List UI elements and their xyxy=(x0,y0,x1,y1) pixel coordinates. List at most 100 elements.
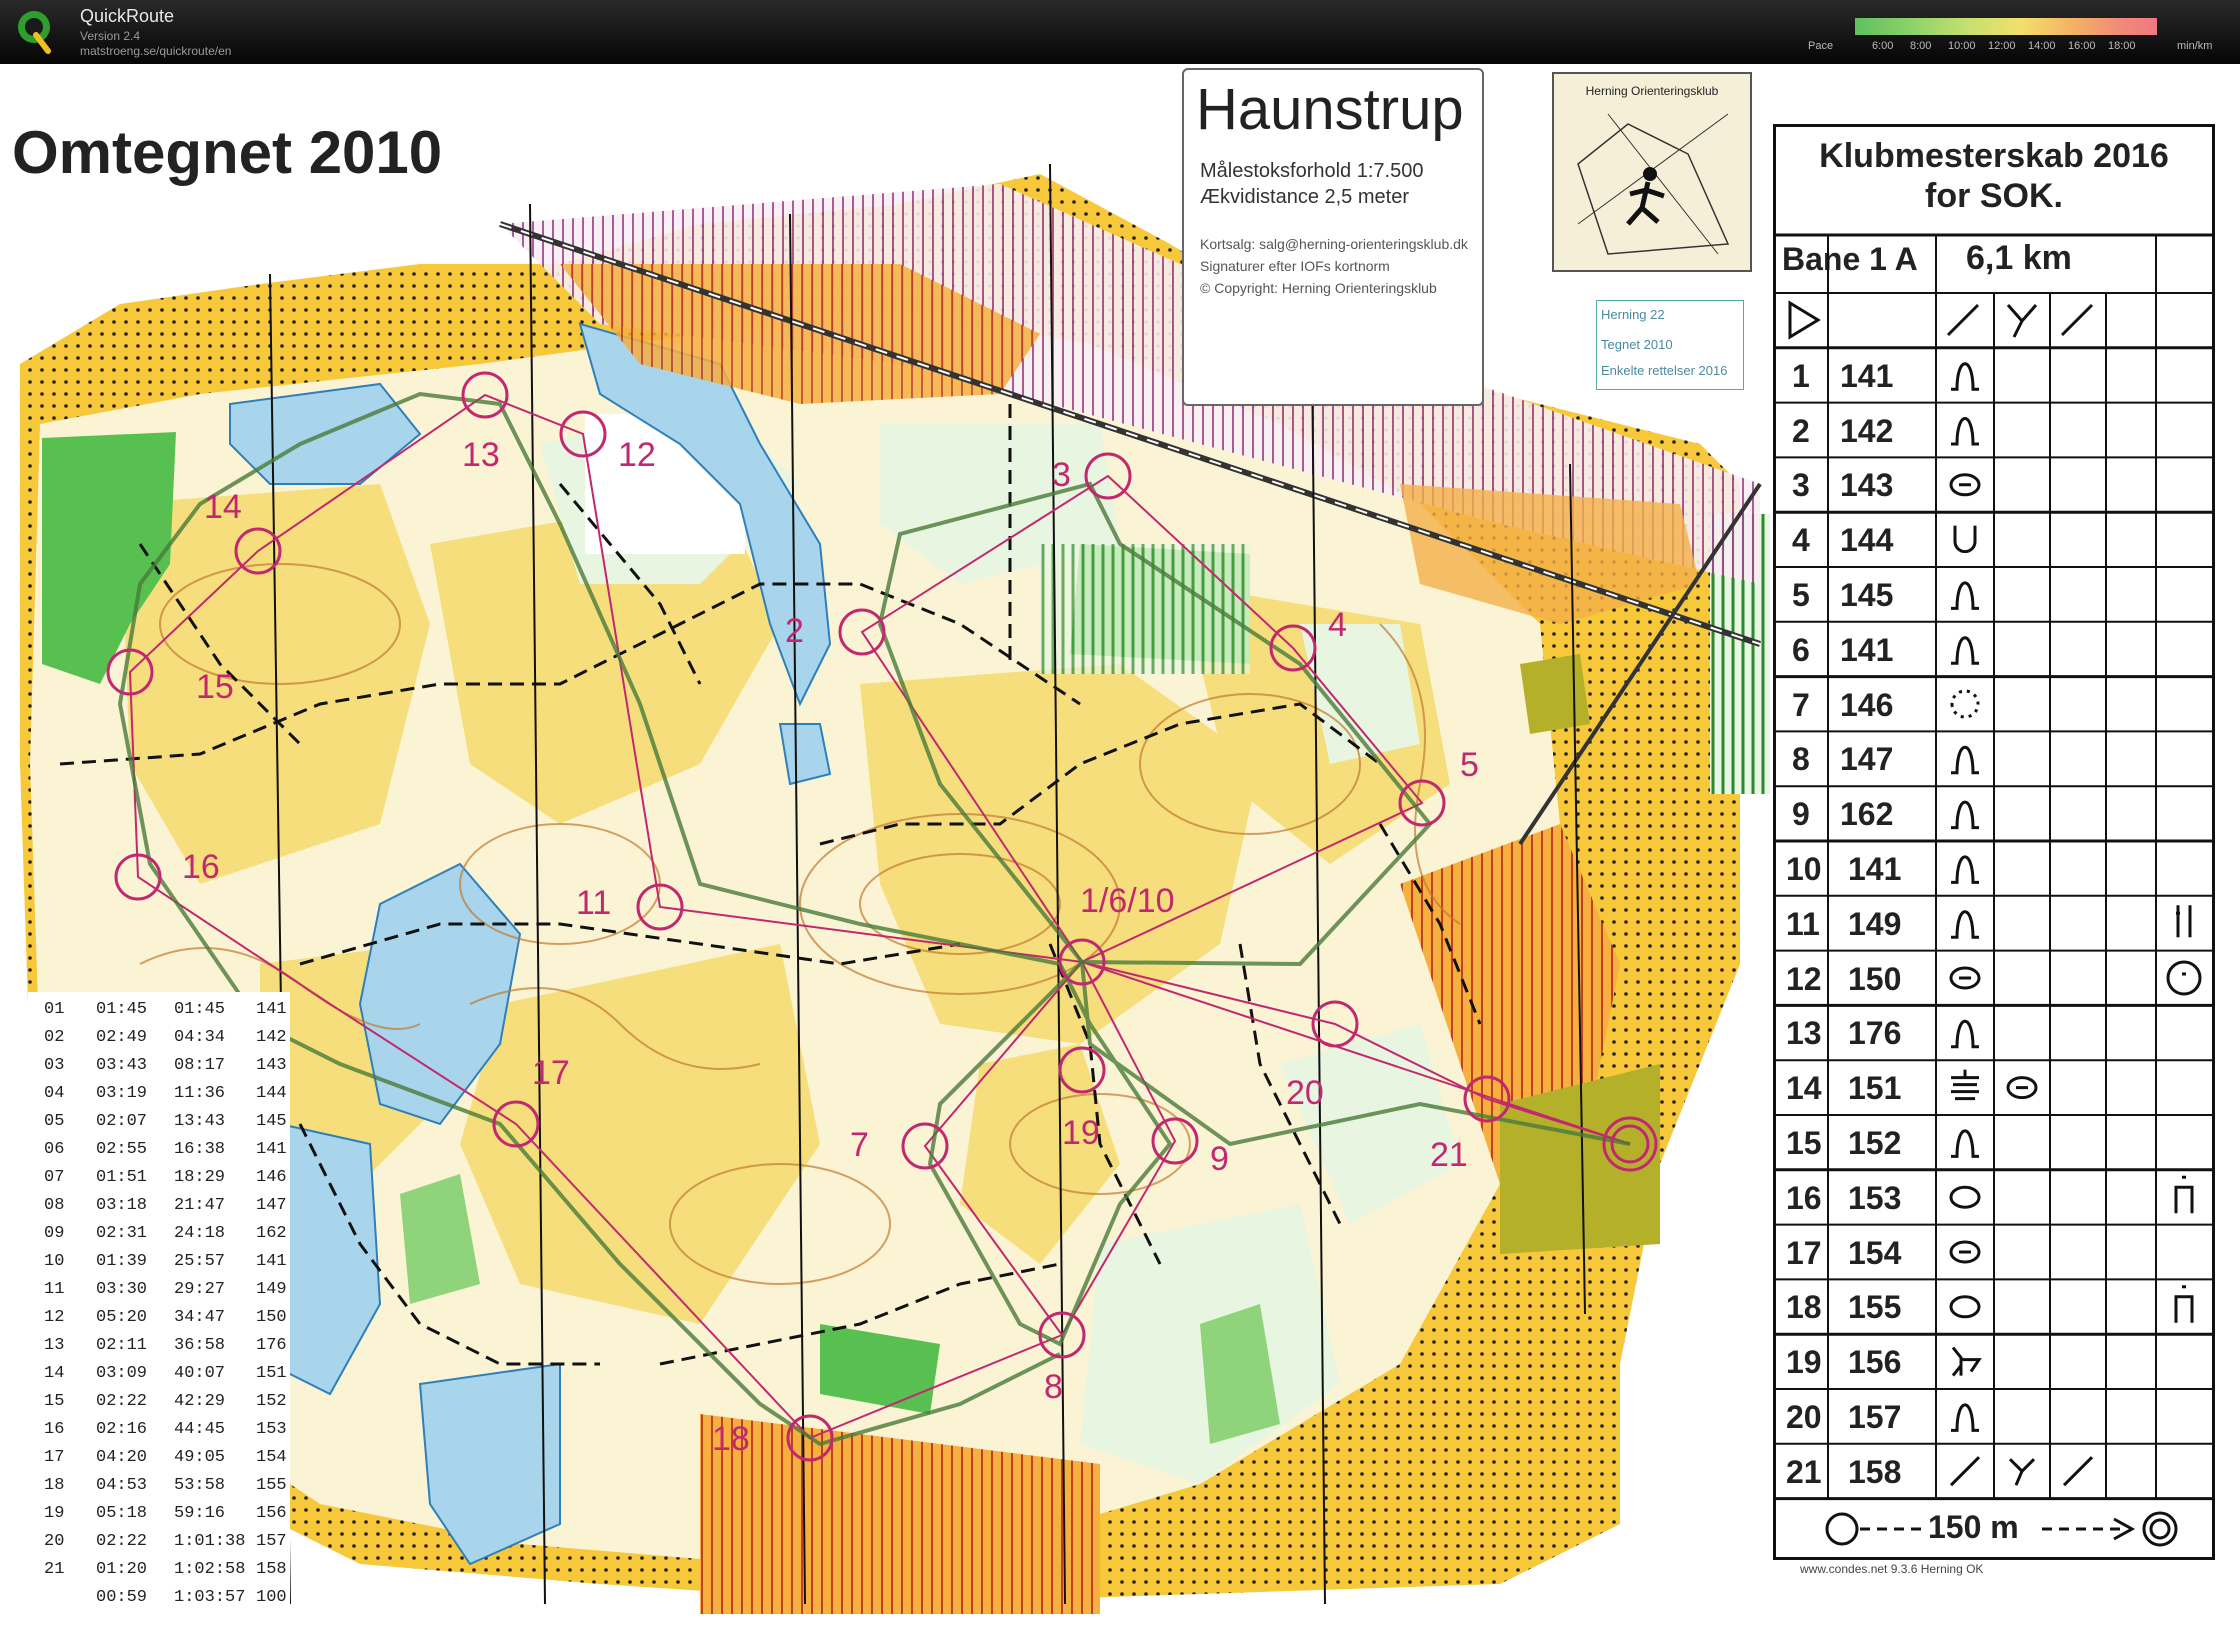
control-label-1-6-10: 1/6/10 xyxy=(1080,882,1175,920)
terraces-icon xyxy=(1951,1069,1979,1101)
split-row: 07 01:51 18:29 146 xyxy=(28,1168,290,1193)
control-label-7: 7 xyxy=(850,1126,869,1164)
pace-label: Pace xyxy=(1808,40,1834,52)
control-label-9: 9 xyxy=(1210,1140,1229,1178)
control-sequence-number: 21 xyxy=(1786,1453,1822,1490)
split-control-code: 156 xyxy=(256,1504,287,1523)
control-location-detail-icon xyxy=(2176,905,2192,938)
split-leg-time: 01:39 xyxy=(96,1252,148,1271)
control-label-11: 11 xyxy=(576,884,611,922)
split-cumulative-time: 11:36 xyxy=(174,1084,226,1103)
split-cumulative-time: 59:16 xyxy=(174,1504,226,1523)
description-credit: www.condes.net 9.3.6 Herning OK xyxy=(1800,1562,1984,1576)
split-number: 03 xyxy=(44,1056,65,1075)
control-sequence-number: 17 xyxy=(1786,1234,1822,1271)
split-control-code: 151 xyxy=(256,1364,287,1383)
split-row: 18 04:53 53:58 155 xyxy=(28,1476,290,1501)
split-number: 12 xyxy=(44,1308,65,1327)
map-symbols: Signaturer efter IOFs kortnorm xyxy=(1200,258,1390,274)
split-control-code: 158 xyxy=(256,1560,287,1579)
split-row: 12 05:20 34:47 150 xyxy=(28,1308,290,1333)
split-leg-time: 02:49 xyxy=(96,1028,148,1047)
split-times-table: 01 01:45 01:45 141 02 02:49 04:34 142 03 03:43 08:… xyxy=(28,992,290,1624)
split-row: 11 03:30 29:27 149 xyxy=(28,1280,290,1305)
control-code: 141 xyxy=(1840,631,1894,668)
pace-tick: 8:00 xyxy=(1910,40,1932,52)
split-cumulative-time: 44:45 xyxy=(174,1420,226,1439)
split-number: 20 xyxy=(44,1532,65,1551)
map-sales: Kortsalg: salg@herning-orienteringsklub.… xyxy=(1200,236,1468,252)
split-cumulative-time: 25:57 xyxy=(174,1252,226,1271)
control-sequence-number: 5 xyxy=(1792,577,1810,613)
split-row: 21 01:20 1:02:58 158 xyxy=(28,1560,290,1585)
map-contour-interval: Ækvidistance 2,5 meter xyxy=(1200,186,1409,208)
split-row: 06 02:55 16:38 141 xyxy=(28,1140,290,1165)
control-code: 157 xyxy=(1848,1399,1902,1435)
split-number: 09 xyxy=(44,1224,65,1243)
split-leg-time: 00:59 xyxy=(96,1588,148,1607)
path-symbol-icon xyxy=(1946,303,1980,337)
control-label-3: 3 xyxy=(1052,456,1071,494)
control-label-2: 2 xyxy=(785,612,804,650)
control-sequence-number: 8 xyxy=(1792,741,1810,778)
control-label-12: 12 xyxy=(618,436,656,474)
split-leg-time: 03:18 xyxy=(96,1196,148,1215)
control-code: 162 xyxy=(1840,796,1894,833)
split-leg-time: 02:22 xyxy=(96,1392,148,1411)
control-sequence-number: 3 xyxy=(1792,467,1810,504)
knoll-icon xyxy=(1951,581,1979,610)
pace-tick: 10:00 xyxy=(1948,40,1976,52)
map-edit-notes: Herning 22 Tegnet 2010 Enkelte rettelser… xyxy=(1596,300,1744,390)
split-number: 06 xyxy=(44,1140,65,1159)
split-cumulative-time: 34:47 xyxy=(174,1308,226,1327)
split-number: 04 xyxy=(44,1084,65,1103)
split-number: 10 xyxy=(44,1252,65,1271)
app-url-link[interactable]: matstroeng.se/quickroute/en xyxy=(80,44,231,58)
re-entrant-icon xyxy=(1951,1346,1982,1377)
elongated-knoll-icon xyxy=(1949,1240,1981,1264)
split-leg-time: 05:20 xyxy=(96,1308,148,1327)
split-cumulative-time: 21:47 xyxy=(174,1196,226,1215)
control-code: 143 xyxy=(1840,467,1894,504)
elongated-knoll-icon xyxy=(2006,1076,2038,1100)
split-cumulative-time: 1:01:38 xyxy=(174,1532,246,1551)
split-number: 16 xyxy=(44,1420,65,1439)
quickroute-toolbar: QuickRoute Version 2.4 matstroeng.se/qui… xyxy=(0,0,2240,64)
split-leg-time: 04:53 xyxy=(96,1476,148,1495)
control-description-sheet: Klubmesterskab 2016 for SOK. Bane 1 A 6,… xyxy=(1773,124,2215,1560)
control-code: 142 xyxy=(1840,412,1894,449)
split-number: 15 xyxy=(44,1392,65,1411)
knoll-icon xyxy=(1951,855,1979,884)
control-sequence-number: 11 xyxy=(1786,905,1820,942)
split-leg-time: 01:51 xyxy=(96,1168,148,1187)
split-control-code: 142 xyxy=(256,1028,287,1047)
control-label-17: 17 xyxy=(532,1054,570,1092)
split-row: 14 03:09 40:07 151 xyxy=(28,1364,290,1389)
split-number: 14 xyxy=(44,1364,65,1383)
oval-knoll-icon xyxy=(1949,1185,1981,1209)
control-location-detail-icon xyxy=(2166,960,2202,996)
control-code: 154 xyxy=(1848,1234,1902,1271)
map-title: Omtegnet 2010 xyxy=(12,119,443,186)
control-code: 144 xyxy=(1840,522,1894,559)
split-leg-time: 02:11 xyxy=(96,1336,148,1355)
map-info-box: Haunstrup Målestoksforhold 1:7.500 Ækvid… xyxy=(1182,68,1484,406)
knoll-icon xyxy=(1951,417,1979,446)
split-row: 02 02:49 04:34 142 xyxy=(28,1028,290,1053)
split-row: 15 02:22 42:29 152 xyxy=(28,1392,290,1417)
split-row: 08 03:18 21:47 147 xyxy=(28,1196,290,1221)
elongated-knoll-icon xyxy=(1949,966,1981,990)
split-leg-time: 03:43 xyxy=(96,1056,148,1075)
split-row: 16 02:16 44:45 153 xyxy=(28,1420,290,1445)
split-row: 05 02:07 13:43 145 xyxy=(28,1112,290,1137)
split-number: 19 xyxy=(44,1504,65,1523)
pace-tick: 16:00 xyxy=(2068,40,2096,52)
oval-knoll-icon xyxy=(1949,1295,1981,1319)
control-code: 158 xyxy=(1848,1453,1902,1490)
control-code: 147 xyxy=(1840,741,1894,778)
pace-tick: 6:00 xyxy=(1872,40,1894,52)
split-control-code: 153 xyxy=(256,1420,287,1439)
map-scale: Målestoksforhold 1:7.500 xyxy=(1200,160,1424,182)
control-sequence-number: 10 xyxy=(1786,851,1822,887)
split-cumulative-time: 1:03:57 xyxy=(174,1588,246,1607)
